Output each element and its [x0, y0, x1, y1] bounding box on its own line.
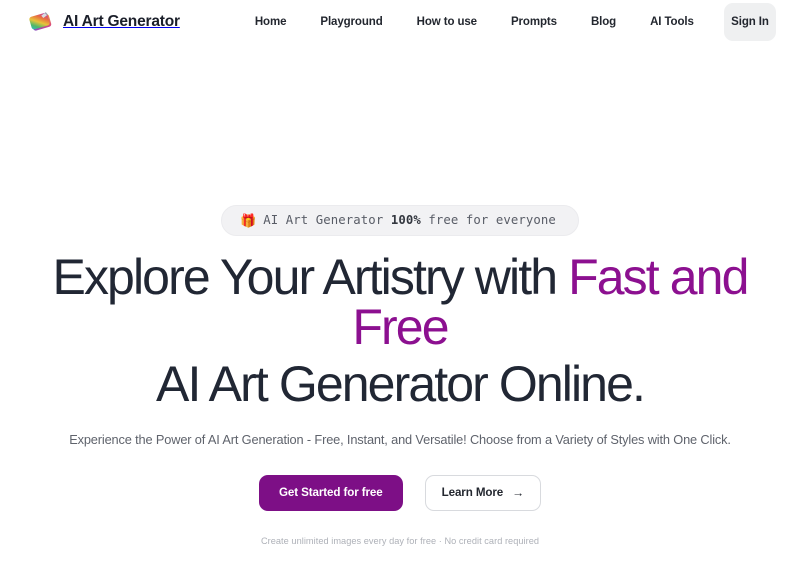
main-navigation: Home Playground How to use Prompts Blog …: [238, 10, 711, 34]
nav-item-how-to-use[interactable]: How to use: [400, 10, 494, 34]
headline-line-two: AI Art Generator Online.: [156, 356, 646, 412]
promo-badge: 🎁 AI Art Generator 100% free for everyon…: [221, 205, 579, 236]
site-header: AI Art Generator Home Playground How to …: [0, 0, 800, 43]
promo-badge-text-after: free for everyone: [420, 213, 556, 227]
sign-in-button[interactable]: Sign In: [724, 2, 776, 41]
learn-more-button[interactable]: Learn More →: [424, 474, 542, 511]
arrow-right-icon: →: [512, 485, 525, 500]
gift-icon: 🎁: [240, 212, 257, 228]
nav-item-ai-tools[interactable]: AI Tools: [633, 10, 711, 34]
hero-section: 🎁 AI Art Generator 100% free for everyon…: [0, 43, 800, 546]
art-palette-icon: [28, 9, 54, 35]
nav-item-playground[interactable]: Playground: [303, 10, 399, 34]
signin-container: Sign In: [724, 2, 776, 41]
nav-item-home[interactable]: Home: [238, 10, 304, 34]
promo-badge-text-before: AI Art Generator: [263, 213, 391, 227]
headline-plain: Explore Your Artistry with: [52, 249, 569, 305]
page-title: Explore Your Artistry with Fast and Free…: [0, 252, 800, 409]
promo-badge-percent: 100%: [390, 213, 421, 227]
brand-name: AI Art Generator: [63, 12, 180, 30]
promo-badge-text: AI Art Generator 100% free for everyone: [263, 213, 556, 227]
hero-fineprint: Create unlimited images every day for fr…: [260, 535, 540, 546]
nav-item-blog[interactable]: Blog: [574, 10, 633, 34]
nav-item-prompts[interactable]: Prompts: [494, 10, 574, 34]
cta-row: Get Started for free Learn More →: [0, 474, 800, 511]
learn-more-label: Learn More: [441, 486, 504, 500]
get-started-button[interactable]: Get Started for free: [258, 474, 403, 511]
hero-subtitle: Experience the Power of AI Art Generatio…: [69, 432, 731, 447]
brand-logo-link[interactable]: AI Art Generator: [28, 9, 180, 35]
